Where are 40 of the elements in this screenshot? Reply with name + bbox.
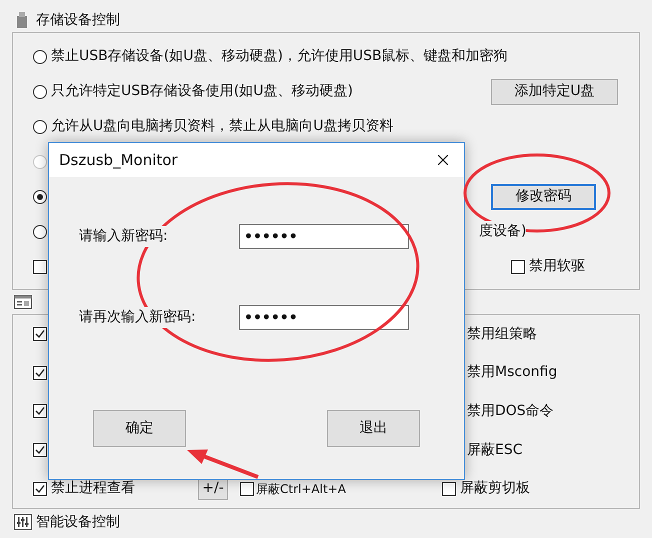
action-button[interactable]: 添加特定U盘 [491, 78, 618, 104]
option-label: 禁止进程查看 [51, 479, 135, 498]
window-icon [14, 295, 32, 309]
dialog-button[interactable]: 确定 [93, 410, 186, 447]
checkbox[interactable] [33, 404, 47, 418]
radio-button[interactable] [33, 224, 47, 238]
option-label: 禁止USB存储设备(如U盘、移动硬盘)，允许使用USB鼠标、键盘和加密狗 [51, 47, 508, 66]
option-label: 屏蔽剪切板 [460, 479, 530, 498]
checkbox[interactable] [240, 482, 254, 496]
action-button[interactable]: 修改密码 [491, 184, 596, 210]
option-label: 允许从U盘向电脑拷贝资料，禁止从电脑向U盘拷贝资料 [51, 117, 394, 136]
checkbox[interactable] [442, 482, 456, 496]
radio-button[interactable] [33, 190, 47, 204]
checkbox[interactable] [33, 260, 47, 274]
field-label: 请再次输入新密码: [79, 307, 196, 328]
password-field[interactable]: •••••• [239, 305, 409, 330]
annotation-arrow [187, 450, 259, 479]
option-label: 禁用软驱 [529, 257, 585, 276]
window-title: Dszusb_Monitor [59, 150, 178, 171]
radio-button[interactable] [33, 120, 47, 134]
option-label: 屏蔽ESC [467, 440, 523, 460]
checkbox[interactable] [33, 327, 47, 342]
field-label: 请输入新密码: [79, 226, 168, 247]
dialog-button[interactable]: 退出 [327, 410, 420, 447]
checkbox[interactable] [33, 482, 47, 496]
checkbox[interactable] [33, 366, 47, 380]
option-label: 禁用DOS命令 [467, 402, 554, 421]
radio-button[interactable] [33, 84, 47, 98]
sliders-icon [14, 514, 32, 530]
checkbox[interactable] [511, 260, 525, 274]
section-title: 存储设备控制 [36, 10, 120, 30]
password-field[interactable]: •••••• [239, 224, 409, 249]
section-title: 智能设备控制 [36, 512, 120, 532]
checkbox[interactable] [33, 443, 47, 458]
option-label: 禁用Msconfig [467, 363, 558, 382]
radio-button[interactable] [33, 50, 47, 64]
option-label: 只允许特定USB存储设备使用(如U盘、移动硬盘) [51, 82, 353, 101]
option-label: 禁用组策略 [467, 324, 537, 344]
option-label: 屏蔽Ctrl+Alt+A [256, 480, 346, 498]
disk-icon [16, 12, 28, 28]
